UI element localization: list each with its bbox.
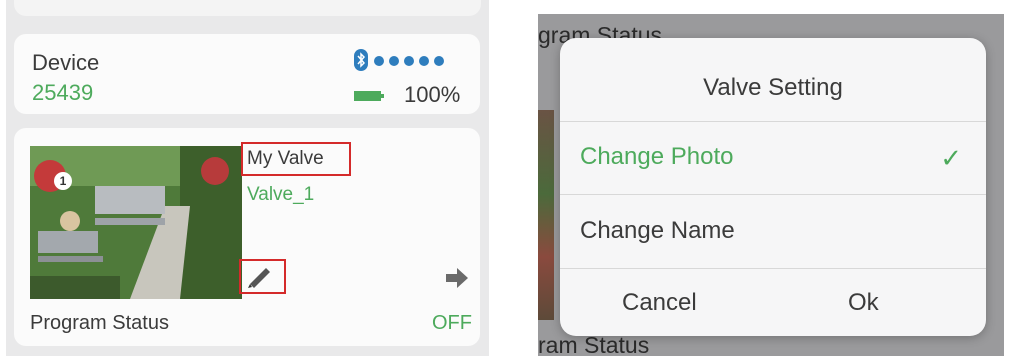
- valve-card[interactable]: 1 My Valve Valve_1 Program Status OFF: [14, 128, 480, 346]
- signal-dot: [389, 56, 399, 66]
- garden-bench-photo: [30, 146, 242, 299]
- signal-dot: [434, 56, 444, 66]
- device-id: 25439: [32, 80, 94, 105]
- change-name-option[interactable]: Change Name: [560, 195, 986, 267]
- valve-setting-dialog: Valve Setting Change Photo ✓ Change Name…: [560, 38, 986, 336]
- top-strip: [14, 0, 481, 16]
- signal-dot: [419, 56, 429, 66]
- cancel-button[interactable]: Cancel: [622, 289, 697, 317]
- change-photo-option[interactable]: Change Photo ✓: [560, 121, 986, 193]
- valve-photo[interactable]: 1: [30, 146, 242, 299]
- bluetooth-icon: [354, 49, 368, 71]
- background-photo: [538, 110, 554, 320]
- pencil-icon[interactable]: [246, 264, 274, 288]
- signal-dot: [404, 56, 414, 66]
- device-label: Device: [32, 50, 100, 75]
- check-icon: ✓: [940, 143, 962, 173]
- signal-dot: [374, 56, 384, 66]
- arrow-right-icon[interactable]: [446, 268, 468, 288]
- signal-dots-icon: [374, 56, 444, 66]
- valve-id: Valve_1: [247, 184, 315, 205]
- ok-button[interactable]: Ok: [848, 289, 879, 317]
- device-card: Device 25439 100%: [14, 34, 480, 114]
- program-status-label: Program Status: [30, 312, 169, 334]
- battery-percent: 100%: [404, 82, 461, 107]
- valve-setting-screen: gram Status ram Status Valve Setting Cha…: [538, 14, 1004, 356]
- battery-icon: [354, 91, 384, 101]
- valve-detail-screen: Device 25439 100% 1 My Valve Valve_1 Pro…: [6, 0, 489, 356]
- valve-name: My Valve: [247, 148, 324, 169]
- change-name-label: Change Name: [580, 217, 735, 244]
- program-status-value[interactable]: OFF: [432, 312, 472, 335]
- photo-badge: 1: [54, 172, 72, 190]
- change-photo-label: Change Photo: [580, 143, 734, 170]
- dialog-title: Valve Setting: [703, 74, 843, 101]
- divider: [560, 268, 986, 269]
